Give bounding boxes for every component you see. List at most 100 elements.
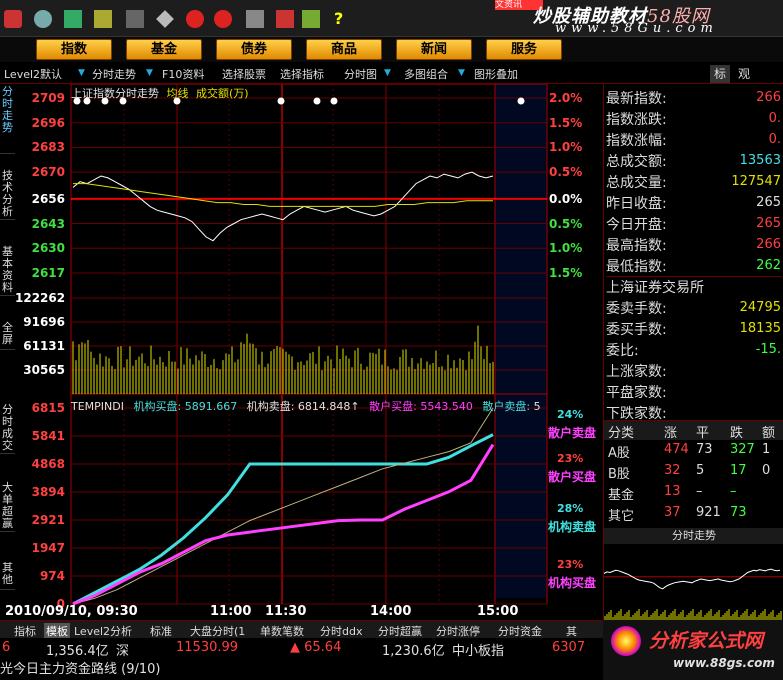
nav-fund-button[interactable]: 基金 [126, 39, 202, 60]
brand-url: www.58Gu.com [555, 21, 718, 36]
quote-label: 最高指数: [606, 238, 667, 254]
select-stock-menu[interactable]: 选择股票 [222, 66, 266, 82]
breadth-label: 上涨家数: [606, 364, 667, 380]
indicator-pct-label: 23% [557, 452, 584, 465]
time-tick-label: 11:00 [210, 604, 252, 619]
btab-ddx[interactable]: 分时ddx [320, 623, 362, 639]
btab-superwin[interactable]: 分时超赢 [378, 623, 422, 639]
tab-mark[interactable]: 标 [710, 65, 730, 83]
watermark-title: 分析家公式网 [649, 630, 764, 652]
breadth-cell: 0 [762, 463, 771, 478]
dropdown-arrow-icon[interactable]: ▼ [458, 66, 468, 80]
select-indicator-menu[interactable]: 选择指标 [280, 66, 324, 82]
breadth-cell: 5 [696, 463, 705, 478]
vtab-intraday[interactable]: 分时走势 [0, 84, 15, 154]
breadth-cell: 17 [730, 463, 747, 478]
binocular-icon[interactable] [64, 10, 82, 28]
vtab-fullscreen[interactable]: 全屏 [0, 320, 15, 350]
dropdown-arrow-icon[interactable]: ▼ [384, 66, 394, 80]
multi-chart-menu[interactable]: 多图组合 [404, 66, 448, 82]
price-tick-label: 2696 [31, 115, 65, 130]
intraday-chart[interactable]: 上证指数分时走势 均线 成交额(万) TEMPINDI 机构买盘: 5891.6… [5, 84, 603, 620]
nav-news-button[interactable]: 新闻 [396, 39, 472, 60]
btab-market-intraday[interactable]: 大盘分时(1 [190, 623, 245, 639]
breadth-header-cell: 平 [696, 426, 710, 441]
intraday-menu[interactable]: 分时走势 [92, 66, 136, 82]
indicator-legend: TEMPINDI 机构买盘: 5891.667 机构卖盘: 6814.848↑ … [71, 398, 541, 414]
vtab-other[interactable]: 其他 [0, 560, 15, 590]
status-sz-amount: 1,230.6亿 [382, 644, 445, 659]
nav-commodity-button[interactable]: 商品 [306, 39, 382, 60]
btab-limitup[interactable]: 分时涨停 [436, 623, 480, 639]
legend-retail-buy: 散户买盘: 5543.540 [369, 400, 473, 413]
vtab-bigorder[interactable]: 大单超赢 [0, 480, 15, 532]
indicator-series-label: 机构卖盘 [548, 520, 597, 534]
nav-service-button[interactable]: 服务 [486, 39, 562, 60]
pct-tick-label: 0.5% [549, 216, 583, 231]
dropdown-arrow-icon[interactable]: ▼ [146, 66, 156, 80]
breadth-cell: 13 [664, 484, 681, 499]
intraday-chart-menu[interactable]: 分时图 [344, 66, 377, 82]
nav-bond-button[interactable]: 债券 [216, 39, 292, 60]
nav-index-button[interactable]: 指数 [36, 39, 112, 60]
flag-icon[interactable] [126, 10, 144, 28]
quote-label: 最低指数: [606, 259, 667, 275]
window-icon[interactable] [276, 10, 294, 28]
legend-label: 散户买盘: [369, 400, 417, 413]
time-tick-label: 15:00 [477, 604, 519, 619]
level2-default-menu[interactable]: Level2默认 [4, 66, 62, 82]
chart-icon[interactable] [94, 10, 112, 28]
btab-count[interactable]: 单数笔数 [260, 623, 304, 639]
indicator-series-label: 散户买盘 [548, 470, 597, 484]
btab-capital[interactable]: 分时资金 [498, 623, 542, 639]
quote-panel: 最新指数: 266 指数涨跌: 0. 指数涨幅: 0. 总成交额: 13563 总成交量: 127… [603, 84, 783, 620]
pct-tick-label: 0.0% [549, 191, 583, 206]
red-circle-icon-2[interactable] [214, 10, 232, 28]
btab-other[interactable]: 其 [566, 623, 577, 639]
breadth-cell: 474 [664, 442, 689, 457]
f10-menu[interactable]: F10资料 [162, 66, 204, 82]
quote-value: 0. [768, 132, 781, 147]
indicator-tick-label: 3894 [31, 485, 65, 499]
quote-value: 127547 [731, 174, 781, 189]
quote-label: 昨日收盘: [606, 196, 667, 212]
red-circle-icon[interactable] [186, 10, 204, 28]
chart-header: 上证指数分时走势 均线 成交额(万) [71, 85, 249, 101]
vtab-trades[interactable]: 分时成交 [0, 402, 15, 454]
flower-logo-icon [611, 626, 641, 656]
overlay-menu[interactable]: 图形叠加 [474, 66, 518, 82]
quote-value: 266 [756, 237, 781, 252]
tab-watch[interactable]: 观 [734, 65, 754, 83]
books-icon[interactable] [302, 10, 320, 28]
btab-template[interactable]: 模板 [44, 623, 70, 639]
dropdown-arrow-icon[interactable]: ▼ [78, 66, 88, 80]
quote-label: 总成交额: [606, 154, 667, 170]
mini-chart[interactable] [604, 544, 783, 620]
btab-standard[interactable]: 标准 [150, 623, 172, 639]
event-marker-icon [277, 97, 285, 105]
status-sme-index: 6307 [552, 640, 586, 655]
app-icon[interactable] [4, 10, 22, 28]
breadth-header-cell: 涨 [664, 426, 678, 441]
event-marker-icon [313, 97, 321, 105]
help-icon[interactable]: ? [334, 10, 352, 28]
quote-value: 13563 [739, 153, 781, 168]
legend-value: 5 [533, 400, 541, 413]
status-sz-change: ▲ 65.64 [290, 640, 342, 655]
volume-tick-label: 91696 [23, 315, 65, 329]
indicator-tick-label: 2921 [31, 512, 65, 527]
globe-icon[interactable] [34, 10, 52, 28]
btab-level2[interactable]: Level2分析 [74, 623, 132, 639]
pct-tick-label: 1.5% [549, 115, 583, 130]
notepad-icon[interactable] [246, 10, 264, 28]
diamond-icon[interactable] [156, 10, 174, 28]
status-sme-label: 中小板指 [452, 644, 505, 659]
vtab-fundamentals[interactable]: 基本资料 [0, 244, 15, 296]
btab-indicator[interactable]: 指标 [14, 623, 36, 639]
breadth-header-cell: 分类 [608, 426, 635, 441]
exchange-name: 上海证券交易所 [606, 276, 782, 297]
mini-price-line [604, 568, 781, 590]
vtab-technical[interactable]: 技术分析 [0, 168, 15, 220]
status-sh-tail: 6 [2, 640, 11, 655]
quote-label: 指数涨跌: [606, 112, 667, 128]
